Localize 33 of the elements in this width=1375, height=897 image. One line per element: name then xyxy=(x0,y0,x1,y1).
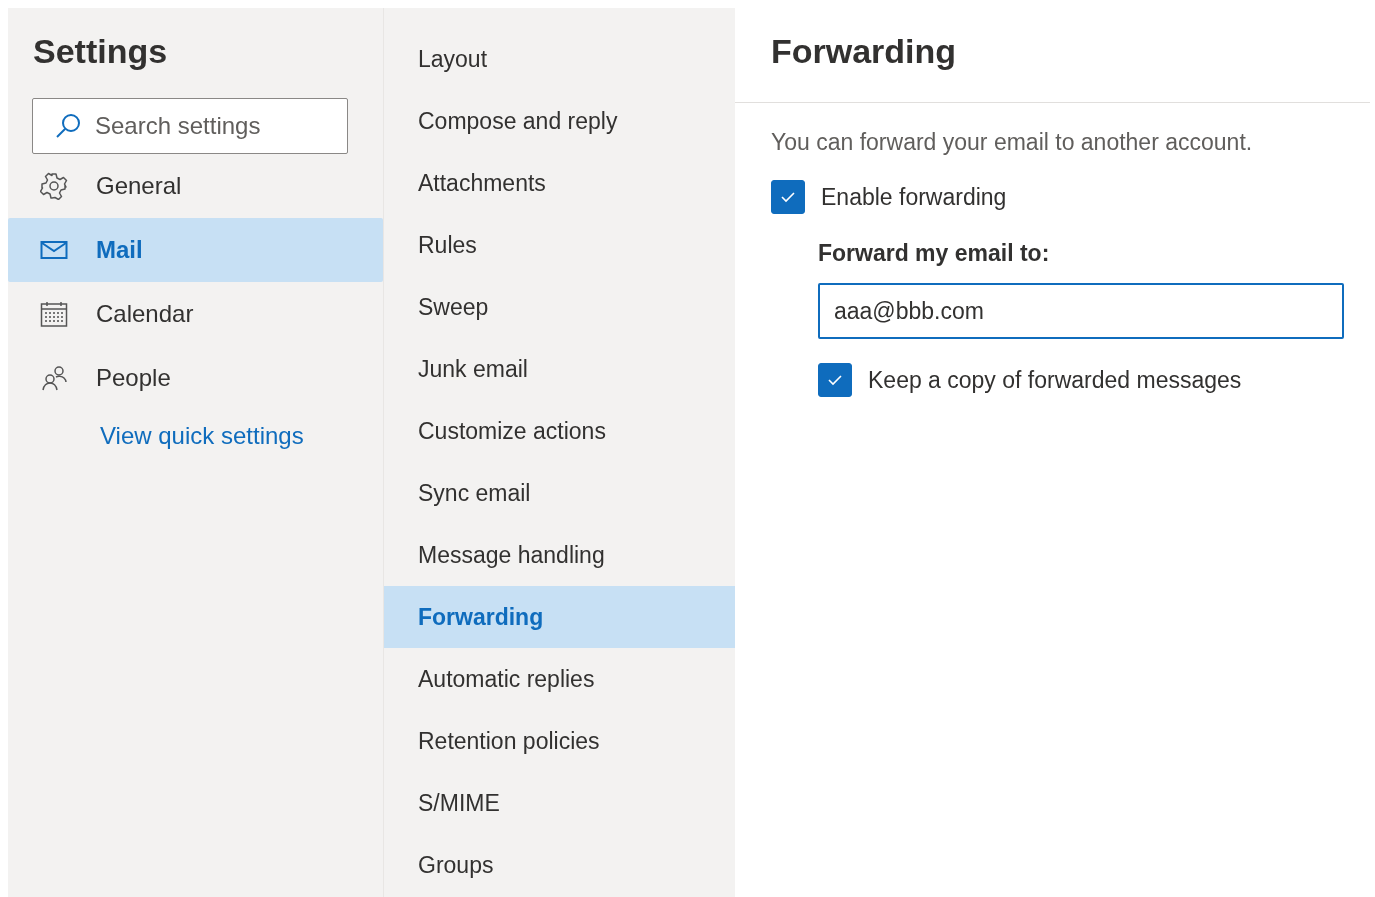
submenu-item[interactable]: Attachments xyxy=(384,152,735,214)
checkbox-label: Enable forwarding xyxy=(821,183,1007,211)
settings-title: Settings xyxy=(33,32,169,72)
submenu-item[interactable]: S/MIME xyxy=(384,772,735,834)
nav-item[interactable]: People xyxy=(8,346,383,410)
submenu-item[interactable]: Compose and reply xyxy=(384,90,735,152)
search-icon xyxy=(54,112,82,140)
submenu-item[interactable]: Automatic replies xyxy=(384,648,735,710)
submenu-item[interactable]: Retention policies xyxy=(384,710,735,772)
checkbox[interactable] xyxy=(771,180,805,214)
people-icon xyxy=(40,364,68,392)
nav-item[interactable]: Mail xyxy=(8,218,383,282)
search-field[interactable]: Search settings xyxy=(32,98,348,154)
submenu-item[interactable]: Layout xyxy=(384,28,735,90)
submenu-item[interactable]: Groups xyxy=(384,834,735,896)
submenu-item[interactable]: Junk email xyxy=(384,338,735,400)
submenu-item[interactable]: Rules xyxy=(384,214,735,276)
description-text: You can forward your email to another account. xyxy=(771,129,1254,156)
submenu-item[interactable]: Sync email xyxy=(384,462,735,524)
submenu-item[interactable]: Message handling xyxy=(384,524,735,586)
nav-item[interactable]: General xyxy=(8,154,383,218)
email-input-field[interactable]: aaa@bbb.com xyxy=(818,283,1344,339)
checkbox-label: Keep a copy of forwarded messages xyxy=(868,366,1242,394)
submenu-item[interactable]: Forwarding xyxy=(384,586,735,648)
submenu-item[interactable]: Sweep xyxy=(384,276,735,338)
panel-title: Forwarding xyxy=(735,8,1370,103)
gear-icon xyxy=(40,172,68,200)
nav-item[interactable]: Calendar xyxy=(8,282,383,346)
view-quick-settings-link[interactable]: View quick settings xyxy=(100,422,304,450)
field-label: Forward my email to: xyxy=(818,240,1051,267)
checkbox[interactable] xyxy=(818,363,852,397)
submenu-item[interactable]: Customize actions xyxy=(384,400,735,462)
calendar-icon xyxy=(40,300,68,328)
